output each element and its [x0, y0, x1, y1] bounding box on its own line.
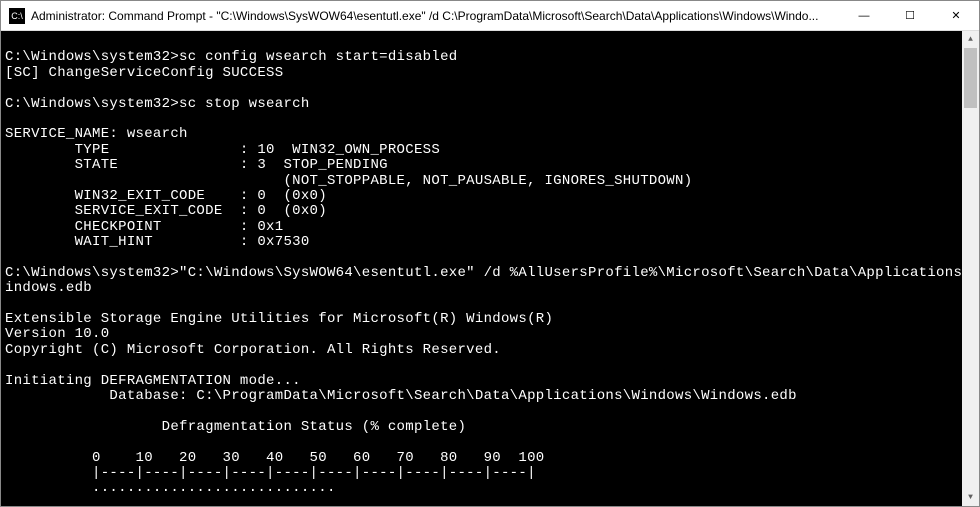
minimize-button[interactable]: —: [841, 1, 887, 30]
scroll-track[interactable]: [962, 48, 979, 489]
cmd-icon: C:\: [9, 8, 25, 24]
window-title: Administrator: Command Prompt - "C:\Wind…: [31, 9, 841, 23]
scroll-down-arrow[interactable]: ▼: [962, 489, 979, 506]
maximize-button[interactable]: ☐: [887, 1, 933, 30]
close-button[interactable]: ✕: [933, 1, 979, 30]
titlebar[interactable]: C:\ Administrator: Command Prompt - "C:\…: [1, 1, 979, 31]
window-controls: — ☐ ✕: [841, 1, 979, 30]
scroll-thumb[interactable]: [964, 48, 977, 108]
vertical-scrollbar[interactable]: ▲ ▼: [962, 31, 979, 506]
command-prompt-window: C:\ Administrator: Command Prompt - "C:\…: [0, 0, 980, 507]
terminal-container: C:\Windows\system32>sc config wsearch st…: [1, 31, 979, 506]
scroll-up-arrow[interactable]: ▲: [962, 31, 979, 48]
terminal-output[interactable]: C:\Windows\system32>sc config wsearch st…: [1, 31, 962, 506]
